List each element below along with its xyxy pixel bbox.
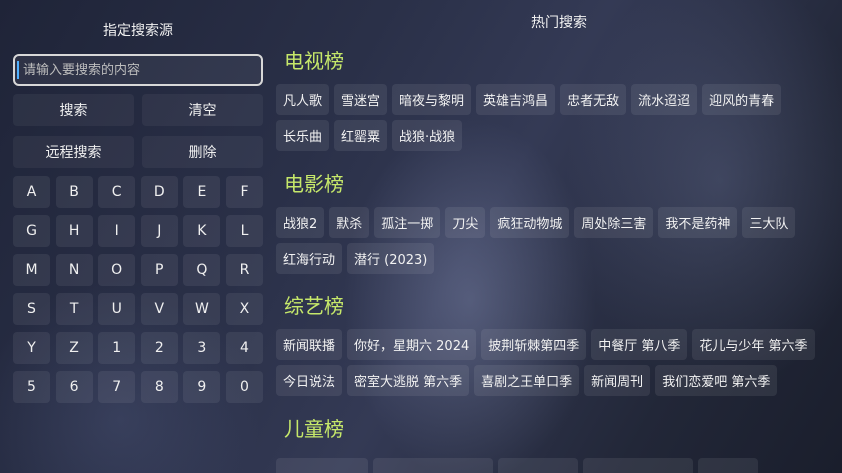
section-movie: 电影榜 战狼2 默杀 孤注一掷 刀尖 疯狂动物城 周处除三害 我不是药神 三大队红海行动 潜行 … (276, 169, 836, 274)
section-title: 儿童榜 (284, 417, 344, 441)
search-chip[interactable]: 喜剧之王单口季 (474, 365, 580, 396)
key-w[interactable]: W (183, 293, 221, 325)
key-b[interactable]: B (55, 176, 93, 208)
chip-list: 凡人歌 雪迷宫 暗夜与黎明 英雄吉鸿昌 忠者无敌 流水迢迢 迎风的青春长乐曲 红罂粟 战狼·战狼 (276, 84, 836, 151)
key-n[interactable]: N (55, 254, 93, 286)
key-4[interactable]: 4 (225, 332, 263, 364)
key-u[interactable]: U (98, 293, 136, 325)
search-chip[interactable]: 披荆斩棘第四季 (481, 329, 587, 360)
text-caret (17, 61, 19, 79)
key-o[interactable]: O (98, 254, 136, 286)
search-chip[interactable]: 刀尖 (445, 207, 486, 238)
search-button[interactable]: 搜索 (13, 94, 134, 126)
keyboard-grid: ABCDEF GHIJKL MNOPQR STUVWX YZ1234 567890 (13, 176, 263, 403)
section-variety: 综艺榜 新闻联播 你好，星期六 2024 披荆斩棘第四季 中餐厅 第八季 花儿与少年 第… (276, 291, 836, 396)
search-chip[interactable]: 潜行 (2023) (347, 243, 435, 274)
search-chip[interactable]: 新闻联播 (276, 329, 343, 360)
key-8[interactable]: 8 (140, 371, 178, 403)
search-chip[interactable]: 战狼2 (276, 207, 325, 238)
chip-list: 战狼2 默杀 孤注一掷 刀尖 疯狂动物城 周处除三害 我不是药神 三大队红海行动 潜行 (202… (276, 207, 836, 274)
search-chip[interactable]: 密室大逃脱 第六季 (347, 365, 470, 396)
key-a[interactable]: A (13, 176, 50, 208)
chip-partial[interactable] (498, 458, 578, 473)
key-l[interactable]: L (225, 215, 263, 247)
key-9[interactable]: 9 (183, 371, 221, 403)
search-chip[interactable]: 中餐厅 第八季 (591, 329, 688, 360)
key-x[interactable]: X (225, 293, 263, 325)
section-title: 电影榜 (284, 172, 344, 196)
key-m[interactable]: M (13, 254, 50, 286)
search-chip[interactable]: 雪迷宫 (334, 84, 388, 115)
chip-partial[interactable] (276, 458, 368, 473)
search-input[interactable] (13, 54, 263, 86)
key-f[interactable]: F (225, 176, 263, 208)
hot-search-title: 热门搜索 (531, 15, 587, 31)
key-c[interactable]: C (98, 176, 136, 208)
remote-search-button[interactable]: 远程搜索 (13, 136, 134, 168)
chip-partial[interactable] (583, 458, 693, 473)
search-chip[interactable]: 默杀 (329, 207, 370, 238)
search-chip[interactable]: 我不是药神 (658, 207, 738, 238)
key-t[interactable]: T (55, 293, 93, 325)
key-h[interactable]: H (55, 215, 93, 247)
key-d[interactable]: D (140, 176, 178, 208)
search-chip[interactable]: 凡人歌 (276, 84, 330, 115)
search-chip[interactable]: 孤注一掷 (374, 207, 441, 238)
kids-chip-row-partial (276, 458, 758, 473)
key-g[interactable]: G (13, 215, 50, 247)
search-chip[interactable]: 新闻周刊 (584, 365, 651, 396)
search-source-button[interactable]: 指定搜索源 (13, 14, 263, 46)
search-chip[interactable]: 红罂粟 (334, 120, 388, 151)
key-5[interactable]: 5 (13, 371, 50, 403)
search-chip[interactable]: 周处除三害 (574, 207, 654, 238)
key-6[interactable]: 6 (55, 371, 93, 403)
key-k[interactable]: K (183, 215, 221, 247)
chip-list: 新闻联播 你好，星期六 2024 披荆斩棘第四季 中餐厅 第八季 花儿与少年 第六季今日… (276, 329, 836, 396)
search-chip[interactable]: 今日说法 (276, 365, 343, 396)
search-chip[interactable]: 忠者无敌 (560, 84, 627, 115)
chip-partial[interactable] (373, 458, 493, 473)
key-s[interactable]: S (13, 293, 50, 325)
section-tv: 电视榜 凡人歌 雪迷宫 暗夜与黎明 英雄吉鸿昌 忠者无敌 流水迢迢 迎风的青春长乐曲 红罂粟战… (276, 46, 836, 151)
key-3[interactable]: 3 (183, 332, 221, 364)
key-i[interactable]: I (98, 215, 136, 247)
key-p[interactable]: P (140, 254, 178, 286)
delete-button[interactable]: 删除 (142, 136, 263, 168)
key-e[interactable]: E (183, 176, 221, 208)
search-chip[interactable]: 暗夜与黎明 (392, 84, 472, 115)
key-r[interactable]: R (225, 254, 263, 286)
key-7[interactable]: 7 (98, 371, 136, 403)
search-chip[interactable]: 花儿与少年 第六季 (692, 329, 815, 360)
search-chip[interactable]: 长乐曲 (276, 120, 330, 151)
section-title: 综艺榜 (284, 294, 344, 318)
search-chip[interactable]: 我们恋爱吧 第六季 (655, 365, 778, 396)
key-j[interactable]: J (140, 215, 178, 247)
search-chip[interactable]: 红海行动 (276, 243, 343, 274)
search-chip[interactable]: 英雄吉鸿昌 (476, 84, 556, 115)
key-y[interactable]: Y (13, 332, 50, 364)
search-chip[interactable]: 战狼·战狼 (392, 120, 463, 151)
search-chip[interactable]: 疯狂动物城 (490, 207, 570, 238)
search-chip[interactable]: 你好，星期六 2024 (347, 329, 477, 360)
key-1[interactable]: 1 (98, 332, 136, 364)
search-chip[interactable]: 流水迢迢 (631, 84, 698, 115)
chip-partial[interactable] (698, 458, 758, 473)
left-panel: 指定搜索源 搜索 清空 远程搜索 删除 ABCDEF GHIJKL MNOPQR ST… (0, 0, 270, 473)
key-v[interactable]: V (140, 293, 178, 325)
key-z[interactable]: Z (55, 332, 93, 364)
key-q[interactable]: Q (183, 254, 221, 286)
key-2[interactable]: 2 (140, 332, 178, 364)
search-chip[interactable]: 迎风的青春 (702, 84, 782, 115)
section-kids: 儿童榜 (276, 414, 836, 444)
search-chip[interactable]: 三大队 (742, 207, 796, 238)
clear-button[interactable]: 清空 (142, 94, 263, 126)
section-title: 电视榜 (284, 49, 344, 73)
key-0[interactable]: 0 (225, 371, 263, 403)
